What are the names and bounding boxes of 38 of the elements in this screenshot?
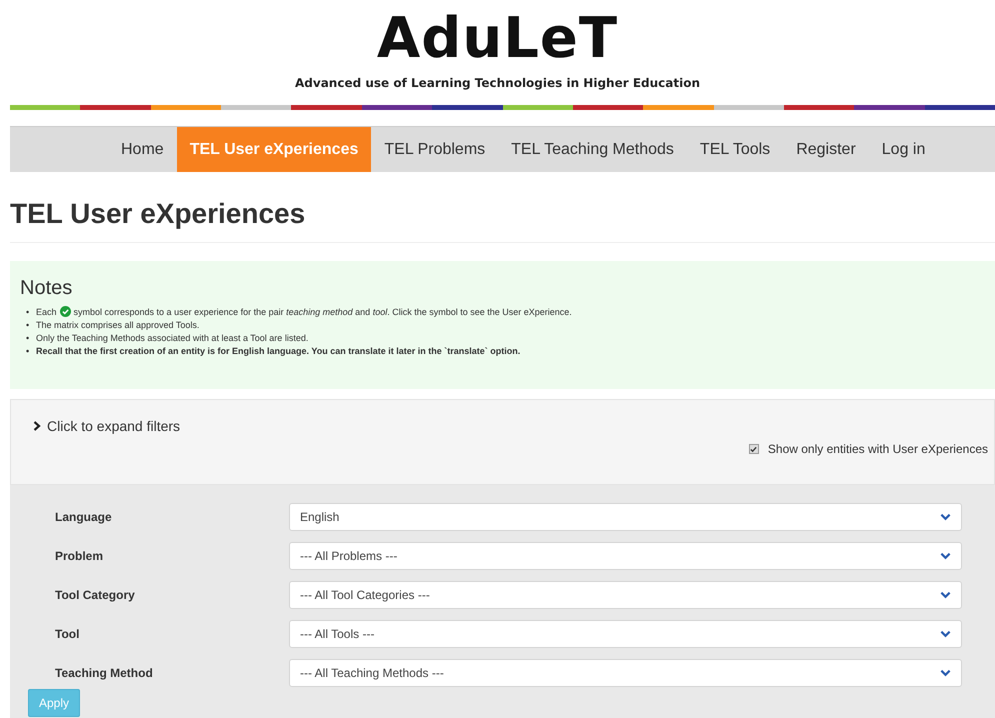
notes-title: Notes bbox=[20, 277, 74, 300]
chevron-down-icon bbox=[940, 552, 951, 560]
chevron-down-icon bbox=[940, 513, 951, 521]
note-text: The matrix comprises all approved Tools. bbox=[36, 320, 200, 330]
chevron-down-icon bbox=[940, 630, 951, 638]
field-label: Tool bbox=[55, 627, 80, 641]
bullet: • bbox=[26, 345, 30, 358]
bullet: • bbox=[26, 332, 30, 345]
checkbox-label: Show only entities with User eXperiences bbox=[768, 442, 988, 456]
note-text: symbol corresponds to a user experience for the pair teaching method and tool. Click the symbol to see the User eXperience. bbox=[74, 307, 572, 317]
bullet: • bbox=[26, 319, 30, 332]
chevron-down-icon bbox=[940, 669, 951, 677]
checkbox[interactable] bbox=[748, 444, 759, 454]
bullet: • bbox=[26, 306, 30, 319]
note-text: Only the Teaching Methods associated with at least a Tool are listed. bbox=[36, 333, 308, 343]
dropdown-field[interactable]: --- All Problems --- bbox=[289, 542, 962, 570]
tagline: Advanced use of Learning Technologies in Higher Education bbox=[295, 76, 700, 90]
field-label: Tool Category bbox=[55, 588, 136, 602]
dropdown-field[interactable]: --- All Teaching Methods --- bbox=[289, 659, 962, 687]
logo: AduLeT bbox=[376, 6, 618, 72]
nav-tab[interactable]: TEL Problems bbox=[371, 127, 498, 172]
page-title: TEL User eXperiences bbox=[10, 198, 995, 243]
nav-tab[interactable]: Home bbox=[108, 127, 177, 172]
field-label: Teaching Method bbox=[55, 666, 154, 680]
chevron-icon bbox=[33, 421, 41, 431]
nav-tab[interactable]: Register bbox=[783, 127, 869, 172]
field-label: Language bbox=[55, 510, 113, 524]
note-text: Recall that the first creation of an entity is for English language. You can translate it later in the `translate` option. bbox=[36, 346, 520, 356]
dropdown-field[interactable]: --- All Tool Categories --- bbox=[289, 581, 962, 609]
field-label: Problem bbox=[55, 549, 104, 563]
chevron-down-icon bbox=[940, 591, 951, 599]
nav-tab[interactable]: TEL Teaching Methods bbox=[498, 127, 687, 172]
dropdown-field[interactable]: English bbox=[289, 503, 962, 531]
nav-tab[interactable]: TEL Tools bbox=[686, 127, 784, 172]
expand-filters-toggle[interactable]: Click to expand filters bbox=[33, 418, 180, 434]
dropdown-field[interactable]: --- All Tools --- bbox=[289, 620, 962, 648]
nav-tab[interactable]: Log in bbox=[868, 127, 938, 172]
note-text: Each bbox=[36, 307, 57, 317]
